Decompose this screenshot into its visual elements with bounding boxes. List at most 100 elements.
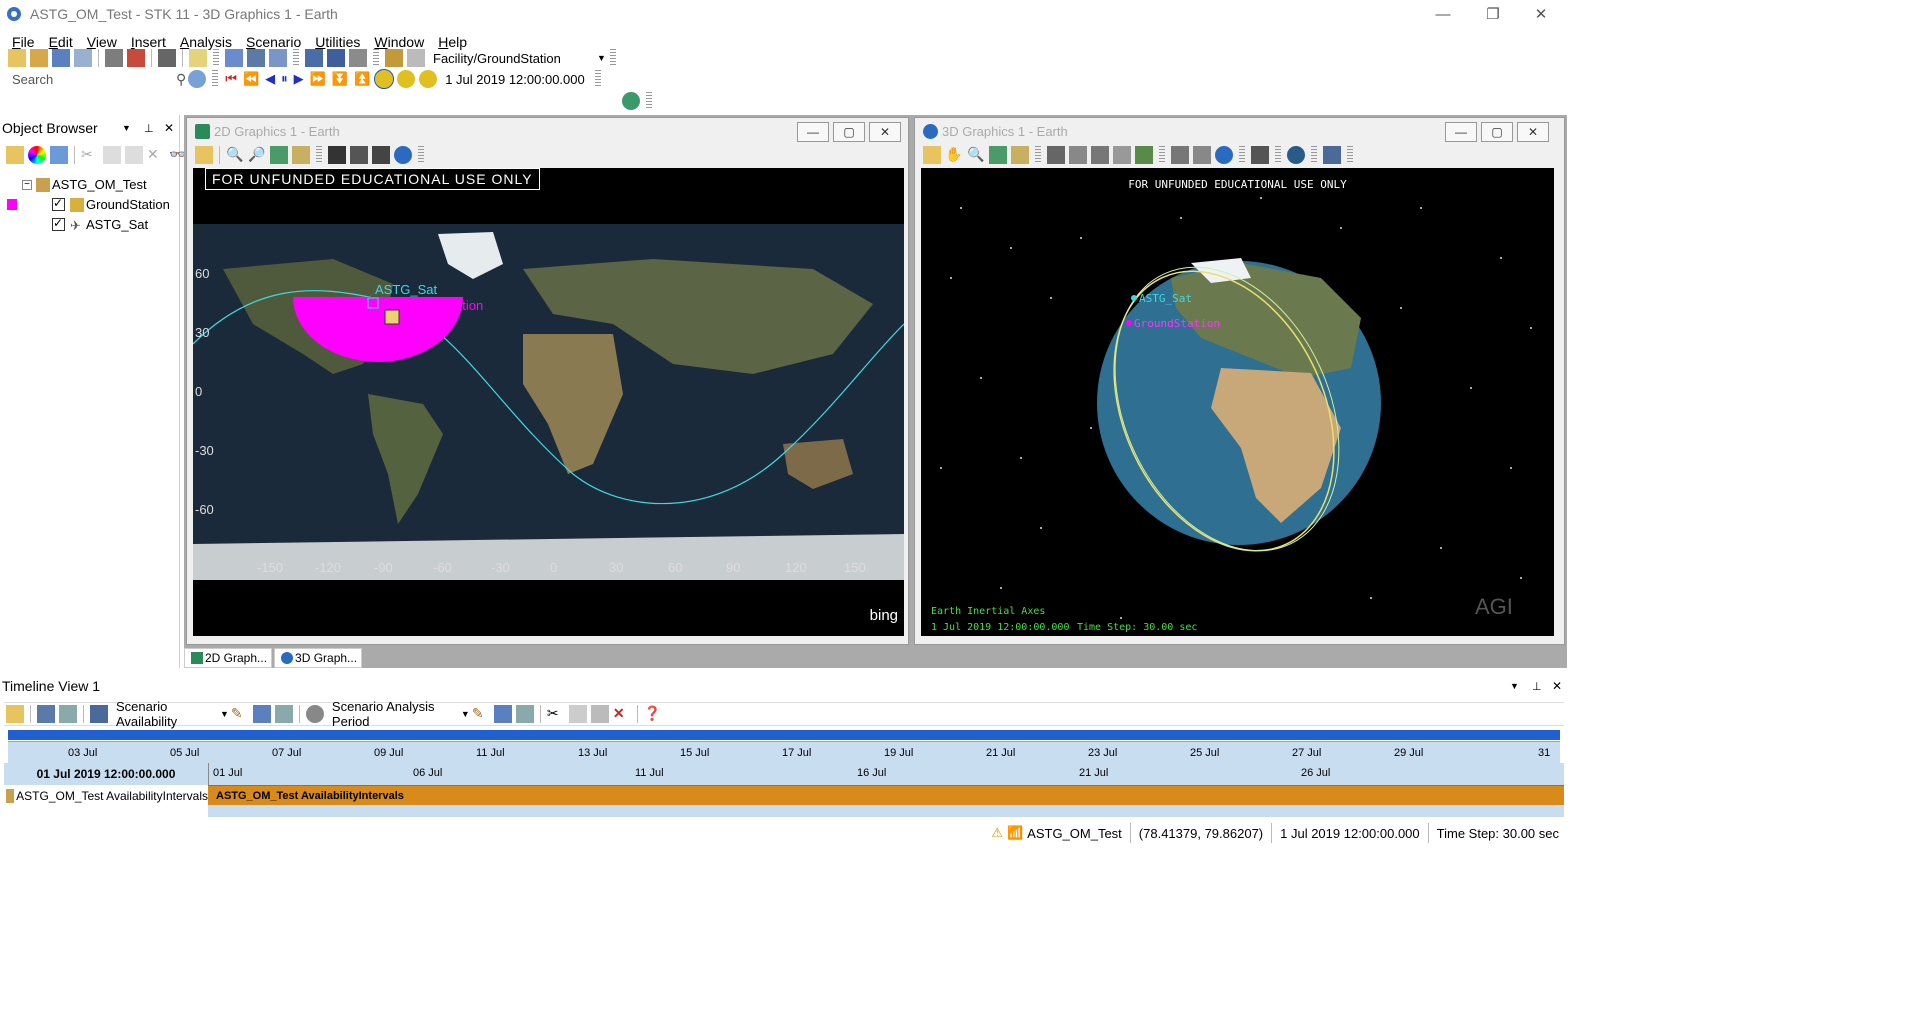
- object-tools-2-icon[interactable]: [407, 49, 425, 67]
- access-icon[interactable]: [305, 49, 323, 67]
- close-icon[interactable]: ✕: [1552, 679, 1562, 693]
- availability-select[interactable]: Scenario Availability: [110, 699, 220, 729]
- chevron-down-icon[interactable]: ▼: [1510, 681, 1519, 691]
- delete-icon[interactable]: ✕: [147, 146, 165, 164]
- satellite-3d-marker[interactable]: [1131, 295, 1137, 301]
- map-2d-view[interactable]: FOR UNFUNDED EDUCATIONAL USE ONLY ASTG_S…: [193, 168, 904, 636]
- help-icon[interactable]: ❓: [644, 705, 662, 723]
- measure-icon[interactable]: [1171, 146, 1189, 164]
- globe-icon[interactable]: [1215, 146, 1233, 164]
- restore-button[interactable]: ❐: [1470, 0, 1516, 28]
- earth-icon[interactable]: [1287, 146, 1305, 164]
- window-3d-close[interactable]: ✕: [1517, 122, 1549, 142]
- zoom-out-icon[interactable]: 🔎: [248, 146, 266, 164]
- window-2d-close[interactable]: ✕: [869, 122, 901, 142]
- close-button[interactable]: ✕: [1518, 0, 1564, 28]
- faster-icon[interactable]: ⏫: [354, 71, 370, 87]
- projection-icon[interactable]: [372, 146, 390, 164]
- print-icon[interactable]: [158, 49, 176, 67]
- availability-interval-bar[interactable]: ASTG_OM_Test AvailabilityIntervals: [208, 785, 1564, 805]
- window-3d-maximize[interactable]: ▢: [1481, 122, 1513, 142]
- groundstation-checkbox[interactable]: [52, 196, 65, 211]
- reset-icon[interactable]: ⏮: [225, 71, 237, 87]
- color-icon[interactable]: [28, 146, 46, 164]
- timeline-link-icon[interactable]: [59, 705, 77, 723]
- search-input[interactable]: Search: [6, 72, 176, 87]
- timeline-add-icon[interactable]: [37, 705, 55, 723]
- check-icon[interactable]: [50, 146, 68, 164]
- window-3d-minimize[interactable]: —: [1445, 122, 1477, 142]
- refresh-icon[interactable]: [349, 49, 367, 67]
- link-icon[interactable]: [274, 705, 293, 723]
- tab-2d-graphics[interactable]: 2D Graph...: [184, 648, 273, 668]
- chevron-down-icon[interactable]: ▼: [220, 709, 229, 719]
- report-icon[interactable]: [247, 49, 265, 67]
- insert-object-icon[interactable]: [105, 49, 123, 67]
- measure-icon[interactable]: [328, 146, 346, 164]
- x-realtime-icon[interactable]: [397, 70, 416, 88]
- properties-icon[interactable]: [189, 49, 207, 67]
- timeline-row-label[interactable]: ASTG_OM_Test AvailabilityIntervals: [4, 785, 208, 807]
- edit-icon[interactable]: ✎: [472, 705, 490, 723]
- edit-icon[interactable]: ✎: [231, 705, 249, 723]
- delete-object-icon[interactable]: [127, 49, 145, 67]
- terrain-icon[interactable]: [1135, 146, 1153, 164]
- home-view-icon[interactable]: [989, 146, 1007, 164]
- timeline-overview-bar[interactable]: [8, 730, 1560, 740]
- window-2d-maximize[interactable]: ▢: [833, 122, 865, 142]
- pin-icon[interactable]: ⊥: [144, 122, 154, 135]
- graph-icon[interactable]: [269, 49, 287, 67]
- properties-icon[interactable]: [195, 146, 213, 164]
- copy-icon[interactable]: [568, 705, 587, 723]
- minimize-button[interactable]: —: [1420, 0, 1466, 28]
- groundstation-3d-marker[interactable]: [1126, 320, 1132, 326]
- home-view-icon[interactable]: [270, 146, 288, 164]
- gear-icon[interactable]: [188, 70, 207, 88]
- chevron-down-icon[interactable]: ▼: [597, 53, 606, 63]
- zoom-icon[interactable]: 🔍: [967, 146, 985, 164]
- display-icon[interactable]: [1323, 146, 1341, 164]
- realtime-icon[interactable]: [374, 69, 395, 89]
- chevron-down-icon[interactable]: ▼: [122, 123, 131, 133]
- satellite-view-icon[interactable]: [1251, 146, 1269, 164]
- zoom-in-icon[interactable]: 🔍: [226, 146, 244, 164]
- groundstation-marker[interactable]: [384, 309, 400, 325]
- delete-icon[interactable]: ✕: [613, 705, 631, 723]
- open-icon[interactable]: [30, 49, 48, 67]
- play-icon[interactable]: ▶: [294, 71, 304, 87]
- save-view-icon[interactable]: [292, 146, 310, 164]
- analysis-period-icon[interactable]: [305, 705, 324, 723]
- object-tools-icon[interactable]: [385, 49, 403, 67]
- tree-groundstation[interactable]: GroundStation: [52, 196, 170, 212]
- search-icon[interactable]: ⚲: [176, 71, 186, 88]
- satellite-checkbox[interactable]: [52, 216, 65, 231]
- play-reverse-icon[interactable]: ◀: [265, 71, 275, 87]
- clock-icon[interactable]: [419, 70, 438, 88]
- lighting-icon[interactable]: [1113, 146, 1131, 164]
- pin-icon[interactable]: ⊥: [1532, 680, 1542, 693]
- north-up-icon[interactable]: [1091, 146, 1109, 164]
- details-icon[interactable]: [350, 146, 368, 164]
- save-view-icon[interactable]: [1011, 146, 1029, 164]
- copy-icon[interactable]: [103, 146, 121, 164]
- save-icon[interactable]: [493, 705, 512, 723]
- link-icon[interactable]: [515, 705, 534, 723]
- period-select[interactable]: Scenario Analysis Period: [326, 699, 461, 729]
- pause-icon[interactable]: ⏸: [281, 71, 288, 87]
- save-icon[interactable]: [52, 49, 70, 67]
- availability-icon[interactable]: [90, 705, 108, 723]
- new-window-icon[interactable]: [225, 49, 243, 67]
- orbit-icon[interactable]: [1069, 146, 1087, 164]
- slower-icon[interactable]: ⏬: [332, 71, 348, 87]
- cut-icon[interactable]: ✂: [81, 146, 99, 164]
- chevron-down-icon[interactable]: ▼: [461, 709, 470, 719]
- pan-icon[interactable]: ✋: [945, 146, 963, 164]
- object-selector[interactable]: Facility/GroundStation: [427, 51, 597, 66]
- view-from-icon[interactable]: [1047, 146, 1065, 164]
- close-icon[interactable]: ✕: [164, 121, 174, 135]
- new-icon[interactable]: [6, 146, 24, 164]
- tree-satellite[interactable]: ✈ ASTG_Sat: [52, 216, 148, 233]
- link-icon[interactable]: [327, 49, 345, 67]
- save-icon[interactable]: [252, 705, 271, 723]
- step-back-icon[interactable]: ⏪: [243, 71, 259, 87]
